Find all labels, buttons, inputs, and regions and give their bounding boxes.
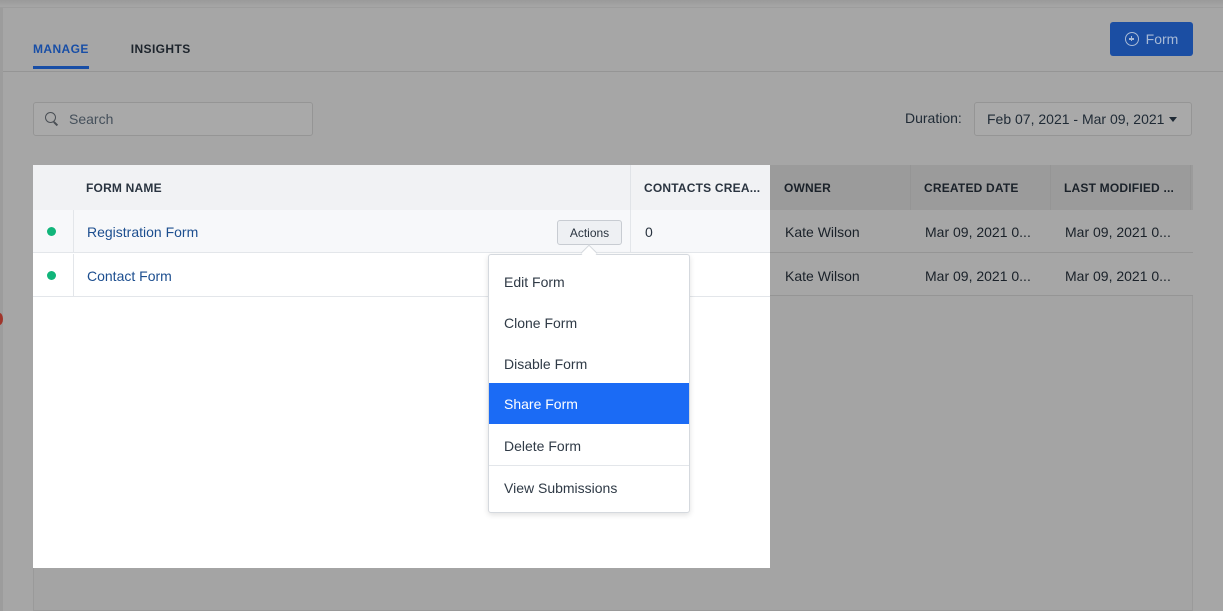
tab-bar: MANAGE INSIGHTS	[33, 42, 191, 69]
actions-menu: Edit Form Clone Form Disable Form Share …	[488, 254, 690, 513]
actions-button[interactable]: Actions	[557, 220, 622, 245]
menu-item-disable-form[interactable]: Disable Form	[489, 343, 689, 384]
plus-circle-icon	[1124, 32, 1139, 46]
focus-table-header: FORM NAME CONTACTS CREA...	[33, 165, 770, 210]
menu-item-edit-form[interactable]: Edit Form	[489, 261, 689, 302]
column-header-last-modified[interactable]: LAST MODIFIED ...	[1064, 165, 1189, 210]
column-divider	[73, 254, 74, 297]
created-date-cell: Mar 09, 2021 0...	[925, 267, 1031, 284]
menu-item-delete-form[interactable]: Delete Form	[489, 425, 689, 466]
contacts-created-cell: 0	[645, 223, 653, 240]
search-icon	[45, 112, 59, 126]
menu-item-share-form[interactable]: Share Form	[489, 383, 689, 424]
column-header-owner[interactable]: OWNER	[784, 165, 904, 210]
column-header-contacts-created[interactable]: CONTACTS CREA...	[644, 165, 766, 210]
menu-item-view-submissions[interactable]: View Submissions	[489, 467, 689, 508]
search-box[interactable]	[33, 102, 313, 136]
column-header-form-name[interactable]: FORM NAME	[86, 165, 162, 210]
duration-select[interactable]: Feb 07, 2021 - Mar 09, 2021	[974, 102, 1192, 136]
column-divider	[630, 210, 631, 253]
status-active-icon	[47, 271, 56, 280]
form-name-link[interactable]: Contact Form	[87, 254, 172, 297]
add-form-button[interactable]: Form	[1110, 22, 1193, 56]
top-bar-shadow	[0, 0, 1223, 8]
owner-cell: Kate Wilson	[785, 267, 860, 284]
duration-label: Duration:	[905, 110, 962, 126]
column-header-created-date[interactable]: CREATED DATE	[924, 165, 1044, 210]
form-name-link[interactable]: Registration Form	[87, 210, 198, 253]
column-divider	[73, 210, 74, 253]
header-divider	[3, 71, 1223, 72]
caret-down-icon	[1169, 116, 1178, 122]
menu-item-clone-form[interactable]: Clone Form	[489, 302, 689, 343]
created-date-cell: Mar 09, 2021 0...	[925, 223, 1031, 240]
modified-date-cell: Mar 09, 2021 0...	[1065, 267, 1171, 284]
search-input[interactable]	[69, 111, 289, 127]
tab-insights[interactable]: INSIGHTS	[131, 42, 191, 69]
status-active-icon	[47, 227, 56, 236]
menu-divider	[489, 465, 689, 466]
owner-cell: Kate Wilson	[785, 223, 860, 240]
table-row[interactable]: Registration Form Actions 0	[33, 210, 770, 253]
column-divider	[630, 165, 631, 210]
modified-date-cell: Mar 09, 2021 0...	[1065, 223, 1171, 240]
left-edge	[0, 8, 3, 611]
add-form-label: Form	[1145, 31, 1179, 47]
duration-value: Feb 07, 2021 - Mar 09, 2021	[987, 111, 1165, 127]
tab-manage[interactable]: MANAGE	[33, 42, 89, 69]
